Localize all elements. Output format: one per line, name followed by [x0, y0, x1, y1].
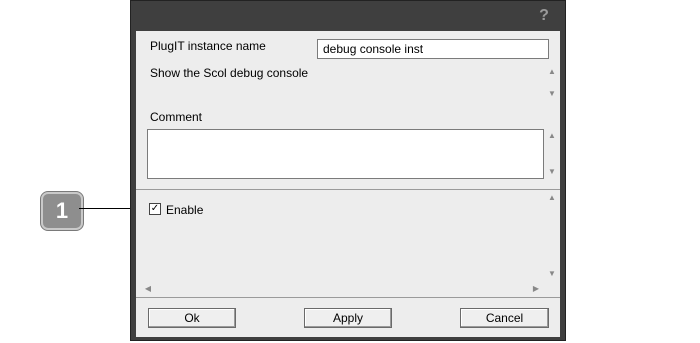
description-scrollbar[interactable]: ▲ ▼: [546, 65, 558, 101]
comment-label: Comment: [150, 110, 203, 124]
annotation-callout-badge: 1: [41, 192, 83, 230]
enable-label: Enable: [166, 203, 204, 217]
instance-name-label: PlugIT instance name: [150, 39, 266, 53]
scroll-up-arrow-icon[interactable]: ▲: [546, 131, 558, 141]
apply-button[interactable]: Apply: [304, 308, 392, 328]
options-horizontal-scrollbar[interactable]: ◀ ▶: [142, 284, 542, 296]
enable-checkbox[interactable]: ✓: [149, 203, 161, 215]
scroll-down-arrow-icon[interactable]: ▼: [546, 89, 558, 99]
section-divider: [136, 189, 560, 190]
options-vertical-scrollbar[interactable]: ▲ ▼: [546, 191, 558, 283]
scroll-right-arrow-icon[interactable]: ▶: [530, 284, 542, 294]
help-icon[interactable]: ?: [535, 7, 553, 25]
footer-divider: [136, 297, 560, 298]
scroll-up-arrow-icon[interactable]: ▲: [546, 193, 558, 203]
cancel-button[interactable]: Cancel: [460, 308, 549, 328]
scroll-down-arrow-icon[interactable]: ▼: [546, 167, 558, 177]
instance-name-input[interactable]: [317, 39, 549, 59]
scroll-up-arrow-icon[interactable]: ▲: [546, 67, 558, 77]
comment-scrollbar[interactable]: ▲ ▼: [546, 129, 558, 179]
scroll-left-arrow-icon[interactable]: ◀: [142, 284, 154, 294]
ok-button[interactable]: Ok: [148, 308, 236, 328]
description-text: Show the Scol debug console: [150, 66, 309, 80]
comment-textarea[interactable]: [147, 129, 544, 179]
plugit-dialog: ? PlugIT instance name Show the Scol deb…: [130, 0, 566, 341]
dialog-titlebar: ?: [131, 1, 565, 31]
dialog-body: PlugIT instance name Show the Scol debug…: [136, 31, 560, 337]
scroll-down-arrow-icon[interactable]: ▼: [546, 269, 558, 279]
